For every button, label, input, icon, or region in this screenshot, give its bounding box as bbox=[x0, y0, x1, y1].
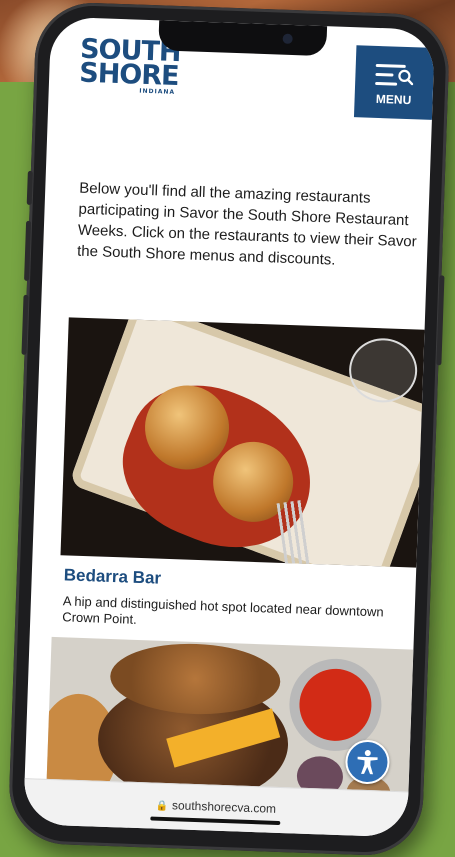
logo-line-2: SHORE bbox=[78, 57, 180, 93]
accessibility-person-icon bbox=[357, 750, 378, 775]
menu-label: MENU bbox=[375, 91, 412, 108]
restaurant-description: A hip and distinguished hot spot located… bbox=[62, 593, 384, 627]
restaurant-title[interactable]: Bedarra Bar bbox=[63, 565, 161, 588]
lock-icon: 🔒 bbox=[155, 800, 169, 813]
intro-text: Below you'll find all the amazing restau… bbox=[76, 179, 417, 269]
url-text: southshorecva.com bbox=[171, 798, 277, 816]
hamburger-search-icon bbox=[375, 62, 414, 89]
camera-icon bbox=[282, 33, 293, 44]
url-display[interactable]: 🔒 southshorecva.com bbox=[24, 793, 408, 820]
menu-button[interactable]: MENU bbox=[353, 45, 435, 120]
phone-notch bbox=[158, 20, 328, 57]
phone-screen: SOUTH SHORE INDIANA MENU Below you'll fi… bbox=[23, 16, 436, 838]
phone-device: SOUTH SHORE INDIANA MENU Below you'll fi… bbox=[7, 1, 451, 857]
restaurant-image-bedarra-bar[interactable] bbox=[60, 317, 425, 568]
